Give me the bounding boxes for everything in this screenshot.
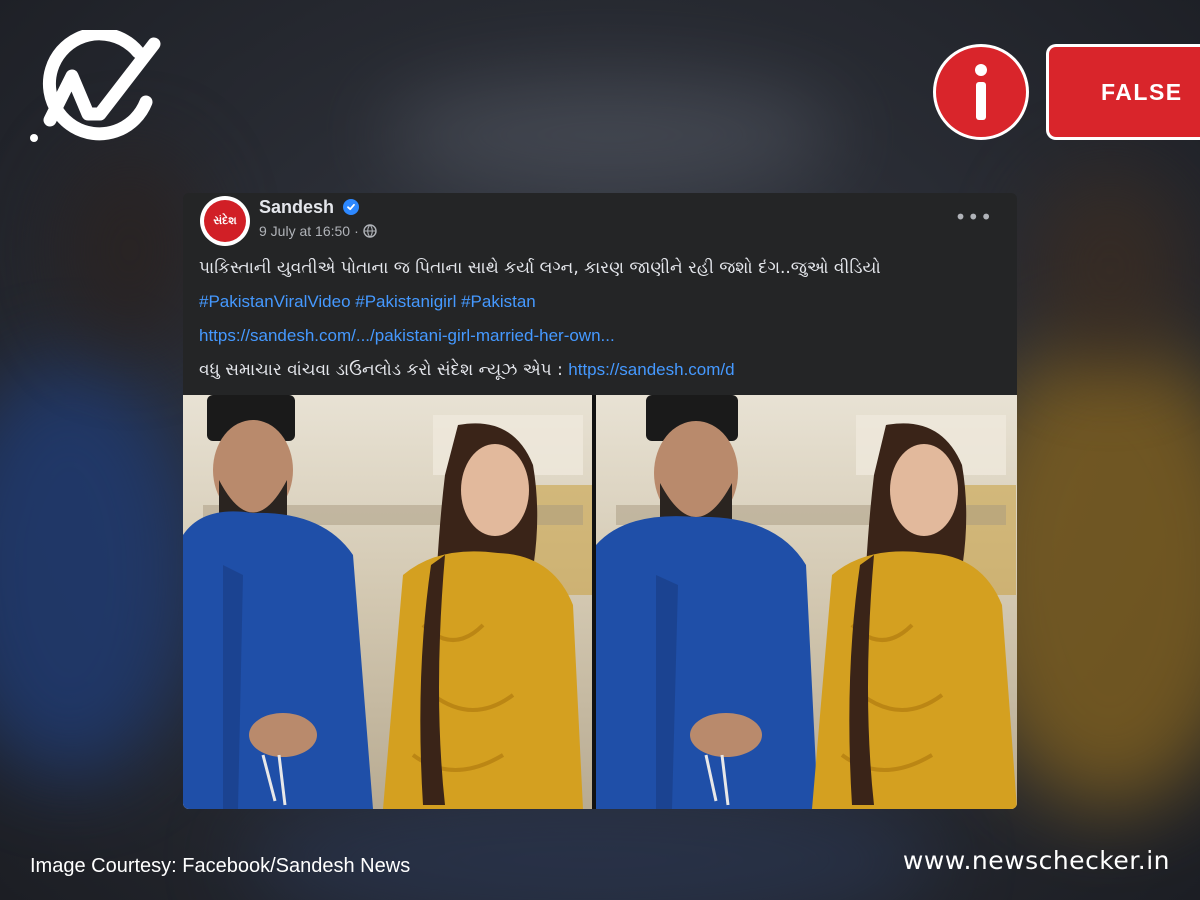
newschecker-logo bbox=[28, 27, 164, 150]
post-body: પાકિસ્તાની યુવતીએ પોતાના જ પિતાના સાથે ક… bbox=[199, 251, 999, 387]
facebook-post-card: સંદેશ Sandesh 9 July at 16:50 · ••• પાકિ… bbox=[183, 193, 1017, 809]
verified-badge-icon bbox=[343, 199, 359, 215]
app-prompt-text: વધુ સમાચાર વાંચવા ડાઉનલોડ કરો સંદેશ ન્યૂ… bbox=[199, 360, 569, 380]
post-hashtags: #PakistanViralVideo #Pakistanigirl #Paki… bbox=[199, 285, 999, 319]
verdict-false-badge: FALSE bbox=[1046, 44, 1200, 140]
page-name-link[interactable]: Sandesh bbox=[259, 197, 334, 218]
post-header: સંદેશ Sandesh 9 July at 16:50 · ••• bbox=[183, 193, 1017, 253]
background-blur-blue bbox=[0, 360, 200, 780]
post-image[interactable] bbox=[183, 395, 1017, 809]
background-blur-dark bbox=[1030, 170, 1190, 370]
post-app-line: વધુ સમાચાર વાંચવા ડાઉનલોડ કરો સંદેશ ન્યૂ… bbox=[199, 353, 999, 387]
newschecker-check-logo-icon bbox=[30, 27, 161, 142]
background-blur-dark-left bbox=[60, 150, 200, 350]
post-timestamp[interactable]: 9 July at 16:50 bbox=[259, 223, 350, 239]
globe-icon bbox=[363, 224, 377, 238]
image-courtesy-caption: Image Courtesy: Facebook/Sandesh News bbox=[30, 855, 411, 877]
video-frame-left bbox=[183, 395, 592, 809]
avatar-logo-text: સંદેશ bbox=[204, 200, 246, 242]
video-frame-right bbox=[596, 395, 1017, 809]
meta-separator: · bbox=[354, 223, 359, 239]
post-article-line: https://sandesh.com/.../pakistani-girl-m… bbox=[199, 319, 999, 353]
post-headline: પાકિસ્તાની યુવતીએ પોતાના જ પિતાના સાથે ક… bbox=[199, 258, 881, 278]
post-meta: 9 July at 16:50 · bbox=[259, 223, 377, 239]
more-options-icon[interactable]: ••• bbox=[955, 207, 993, 227]
page-avatar[interactable]: સંદેશ bbox=[200, 196, 250, 246]
verdict-label: FALSE bbox=[1101, 78, 1183, 105]
article-link[interactable]: https://sandesh.com/.../pakistani-girl-m… bbox=[199, 326, 615, 345]
site-url: www.newschecker.in bbox=[902, 846, 1170, 875]
info-icon bbox=[933, 44, 1029, 140]
hashtag-links[interactable]: #PakistanViralVideo #Pakistanigirl #Paki… bbox=[199, 292, 536, 311]
background-blur-ceiling bbox=[380, 80, 840, 190]
app-download-link[interactable]: https://sandesh.com/d bbox=[568, 360, 734, 379]
